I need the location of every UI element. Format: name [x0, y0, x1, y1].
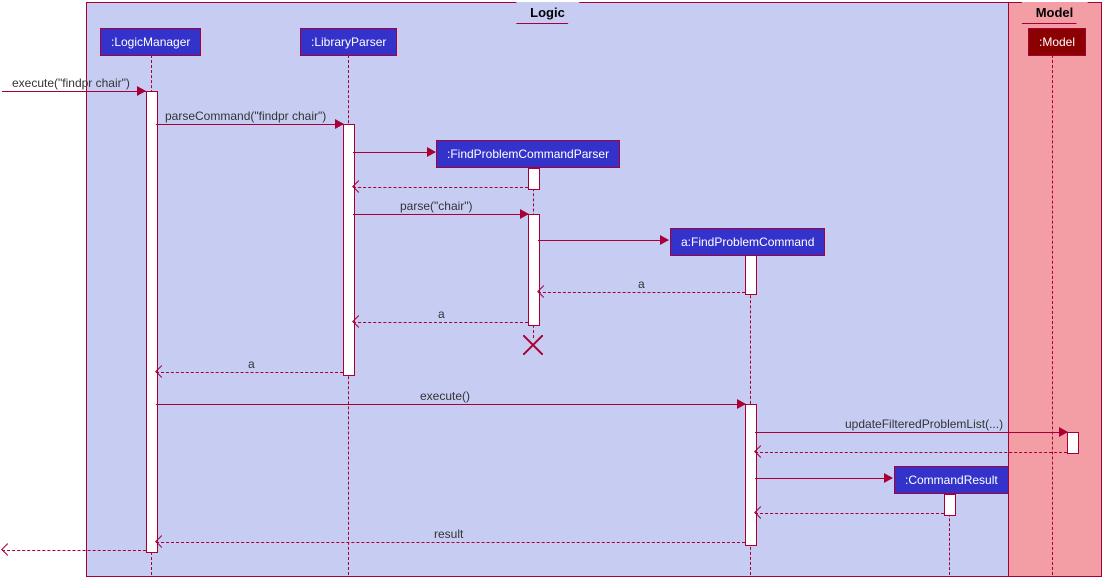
arrow-head-create-fpcp: [427, 147, 436, 157]
arrow-ret1: [353, 187, 528, 188]
activation-fpc-2: [745, 404, 757, 546]
label-m2: parseCommand("findpr chair"): [165, 109, 326, 123]
arrow-head-create-cr: [884, 473, 893, 483]
participant-library-parser: :LibraryParser: [300, 28, 397, 56]
arrow-m4: [538, 292, 745, 293]
label-m5: a: [438, 307, 445, 321]
label-m9: result: [434, 527, 463, 541]
label-m8: updateFilteredProblemList(...): [845, 417, 1003, 431]
arrow-create-fpc: [538, 240, 668, 241]
activation-fpc-1: [745, 255, 757, 295]
arrow-m8: [755, 432, 1067, 433]
participant-model: :Model: [1028, 28, 1086, 56]
arrow-final-ret: [2, 550, 146, 551]
arrow-ret-cr: [755, 513, 944, 514]
arrow-m6: [156, 372, 343, 373]
label-m1: execute("findpr chair"): [12, 76, 130, 90]
activation-fpcp-2: [528, 214, 540, 326]
arrow-head-m1: [137, 86, 146, 96]
activation-fpcp-1: [528, 168, 540, 190]
activation-command-result: [944, 494, 956, 516]
label-m7: execute(): [420, 389, 470, 403]
frame-model: Model: [1008, 2, 1102, 577]
participant-command-result: :CommandResult: [894, 466, 1009, 494]
destroy-icon: [523, 335, 543, 355]
arrow-head-m7: [737, 399, 746, 409]
lifeline-model: [1052, 55, 1053, 575]
arrow-m9: [156, 542, 745, 543]
participant-logic-manager: :LogicManager: [100, 28, 201, 56]
arrow-head-final-ret: [1, 543, 14, 556]
label-m4: a: [638, 277, 645, 291]
frame-model-label: Model: [1022, 2, 1089, 24]
frame-logic-label: Logic: [516, 2, 580, 24]
arrow-head-m8: [1059, 427, 1068, 437]
label-m3: parse("chair"): [400, 199, 473, 213]
arrow-m7: [156, 404, 745, 405]
arrow-m2: [156, 124, 343, 125]
arrow-create-fpcp: [353, 152, 435, 153]
arrow-head-m2: [335, 119, 344, 129]
activation-model: [1067, 432, 1079, 454]
arrow-m5: [353, 322, 528, 323]
arrow-head-create-fpc: [660, 235, 669, 245]
arrow-create-cr: [755, 478, 892, 479]
label-m6: a: [248, 357, 255, 371]
arrow-head-m3: [520, 209, 529, 219]
participant-find-problem-command-parser: :FindProblemCommandParser: [436, 140, 620, 168]
arrow-m3: [353, 214, 528, 215]
arrow-m1: [2, 91, 146, 92]
activation-library-parser: [343, 124, 355, 376]
activation-logic-manager: [146, 91, 158, 553]
arrow-ret-model: [755, 452, 1067, 453]
participant-find-problem-command: a:FindProblemCommand: [670, 228, 825, 256]
